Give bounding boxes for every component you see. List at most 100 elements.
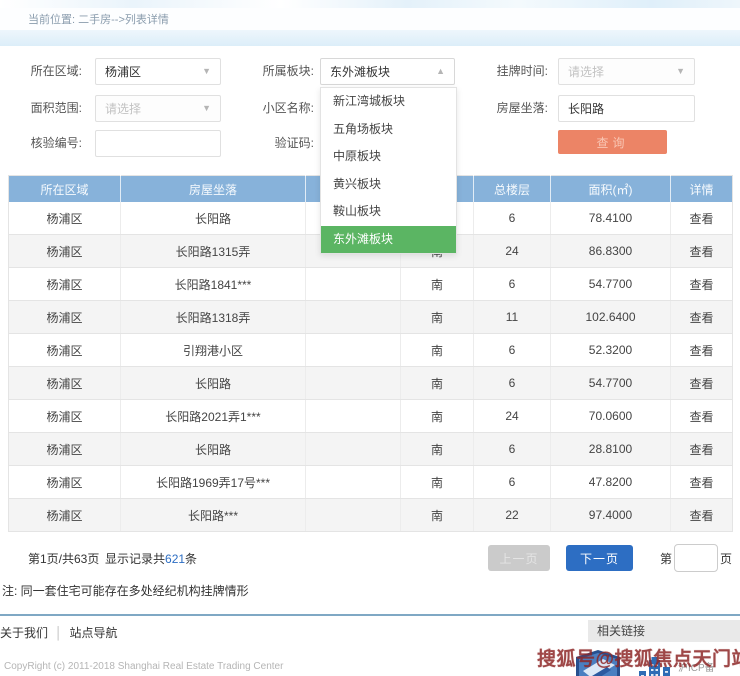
table-row: 杨浦区长阳路南628.8100查看 <box>9 433 733 466</box>
table-cell: 24 <box>474 400 551 433</box>
table-cell <box>306 466 401 499</box>
detail-link[interactable]: 查看 <box>671 400 733 433</box>
table-cell: 南 <box>401 268 474 301</box>
table-cell: 47.8200 <box>551 466 671 499</box>
area-range-label: 面积范围: <box>16 95 82 122</box>
copyright-line-1: CopyRight (c) 2011-2018 Shanghai Real Es… <box>4 661 283 672</box>
detail-link[interactable]: 查看 <box>671 235 733 268</box>
block-option[interactable]: 鞍山板块 <box>321 198 456 226</box>
chevron-up-icon: ▲ <box>436 67 445 76</box>
about-link[interactable]: 关于我们 <box>0 626 48 640</box>
pagination-bar: 第1页/共63页 显示记录共621条 上一页 下一页 第 页 <box>0 532 740 580</box>
table-cell: 28.8100 <box>551 433 671 466</box>
table-cell: 24 <box>474 235 551 268</box>
goto-page-input[interactable] <box>674 544 718 572</box>
area-range-select[interactable]: 请选择 ▼ <box>95 95 221 122</box>
records-info: 显示记录共621条 <box>105 550 197 567</box>
table-cell: 54.7700 <box>551 268 671 301</box>
region-label: 所在区域: <box>16 58 82 85</box>
table-cell <box>306 367 401 400</box>
block-option[interactable]: 黄兴板块 <box>321 171 456 199</box>
page-info: 第1页/共63页 <box>28 550 99 567</box>
table-cell: 6 <box>474 367 551 400</box>
header-detail: 详情 <box>671 176 733 203</box>
block-dropdown-panel: 新江湾城板块五角场板块中原板块黄兴板块鞍山板块东外滩板块 <box>320 87 457 254</box>
detail-link[interactable]: 查看 <box>671 202 733 235</box>
decorative-band <box>0 30 740 46</box>
table-cell: 杨浦区 <box>9 334 121 367</box>
top-strip <box>0 0 740 8</box>
table-cell: 78.4100 <box>551 202 671 235</box>
detail-link[interactable]: 查看 <box>671 466 733 499</box>
table-cell: 长阳路1841*** <box>121 268 306 301</box>
house-location-input[interactable] <box>558 95 695 122</box>
table-cell: 南 <box>401 301 474 334</box>
table-cell: 86.8300 <box>551 235 671 268</box>
table-cell: 杨浦区 <box>9 400 121 433</box>
next-page-button[interactable]: 下一页 <box>566 545 633 571</box>
table-cell: 杨浦区 <box>9 466 121 499</box>
region-select[interactable]: 杨浦区 ▼ <box>95 58 221 85</box>
prev-page-button[interactable]: 上一页 <box>488 545 550 571</box>
table-cell: 南 <box>401 499 474 532</box>
table-cell: 11 <box>474 301 551 334</box>
table-cell: 杨浦区 <box>9 268 121 301</box>
table-cell: 长阳路 <box>121 202 306 235</box>
community-name-label: 小区名称: <box>248 95 314 122</box>
table-cell <box>306 301 401 334</box>
chevron-down-icon: ▼ <box>202 104 211 113</box>
block-option[interactable]: 东外滩板块 <box>321 226 456 254</box>
table-cell: 南 <box>401 400 474 433</box>
table-cell: 长阳路1318弄 <box>121 301 306 334</box>
table-cell: 南 <box>401 466 474 499</box>
table-cell <box>306 433 401 466</box>
detail-link[interactable]: 查看 <box>671 268 733 301</box>
table-cell <box>306 334 401 367</box>
table-cell: 52.3200 <box>551 334 671 367</box>
separator: │ <box>55 626 63 640</box>
table-cell: 引翔港小区 <box>121 334 306 367</box>
sitemap-link[interactable]: 站点导航 <box>70 626 118 640</box>
table-cell: 6 <box>474 268 551 301</box>
block-option[interactable]: 新江湾城板块 <box>321 88 456 116</box>
table-cell: 6 <box>474 202 551 235</box>
block-select[interactable]: 东外滩板块 ▲ <box>320 58 455 85</box>
table-row: 杨浦区长阳路1841*** 南654.7700查看 <box>9 268 733 301</box>
note: 注: 同一套住宅可能存在多处经纪机构挂牌情形 <box>0 580 740 602</box>
header-location: 房屋坐落 <box>121 176 306 203</box>
detail-link[interactable]: 查看 <box>671 433 733 466</box>
table-cell: 杨浦区 <box>9 202 121 235</box>
header-area: 面积(㎡) <box>551 176 671 203</box>
block-label: 所属板块: <box>248 58 314 85</box>
verify-number-input[interactable] <box>95 130 221 157</box>
header-region: 所在区域 <box>9 176 121 203</box>
table-row: 杨浦区长阳路1318弄南11102.6400查看 <box>9 301 733 334</box>
table-row: 杨浦区长阳路***南2297.4000查看 <box>9 499 733 532</box>
chevron-down-icon: ▼ <box>676 67 685 76</box>
table-cell: 22 <box>474 499 551 532</box>
block-option[interactable]: 中原板块 <box>321 143 456 171</box>
detail-link[interactable]: 查看 <box>671 499 733 532</box>
captcha-label: 验证码: <box>248 130 314 157</box>
table-cell: 长阳路1969弄17号*** <box>121 466 306 499</box>
page: 当前位置: 二手房-->列表详情 所在区域: 杨浦区 ▼ 所属板块: 东外滩板块… <box>0 0 740 676</box>
watermark: 搜狐号@搜狐焦点天门站 <box>537 644 740 671</box>
table-cell: 南 <box>401 367 474 400</box>
table-cell: 杨浦区 <box>9 367 121 400</box>
table-row: 杨浦区引翔港小区南652.3200查看 <box>9 334 733 367</box>
table-cell <box>306 400 401 433</box>
detail-link[interactable]: 查看 <box>671 301 733 334</box>
table-cell: 长阳路1315弄 <box>121 235 306 268</box>
table-row: 杨浦区长阳路1969弄17号***南647.8200查看 <box>9 466 733 499</box>
search-filters: 所在区域: 杨浦区 ▼ 所属板块: 东外滩板块 ▲ 挂牌时间: 请选择 ▼ 面积… <box>0 46 740 175</box>
chevron-down-icon: ▼ <box>202 67 211 76</box>
footer-links: 关于我们│站点导航 相关链接 <box>0 616 740 647</box>
query-button[interactable]: 查询 <box>558 130 667 154</box>
table-row: 杨浦区长阳路2021弄1***南2470.0600查看 <box>9 400 733 433</box>
header-total-floors: 总楼层 <box>474 176 551 203</box>
detail-link[interactable]: 查看 <box>671 334 733 367</box>
block-option[interactable]: 五角场板块 <box>321 116 456 144</box>
listing-time-select[interactable]: 请选择 ▼ <box>558 58 695 85</box>
detail-link[interactable]: 查看 <box>671 367 733 400</box>
table-cell: 6 <box>474 334 551 367</box>
